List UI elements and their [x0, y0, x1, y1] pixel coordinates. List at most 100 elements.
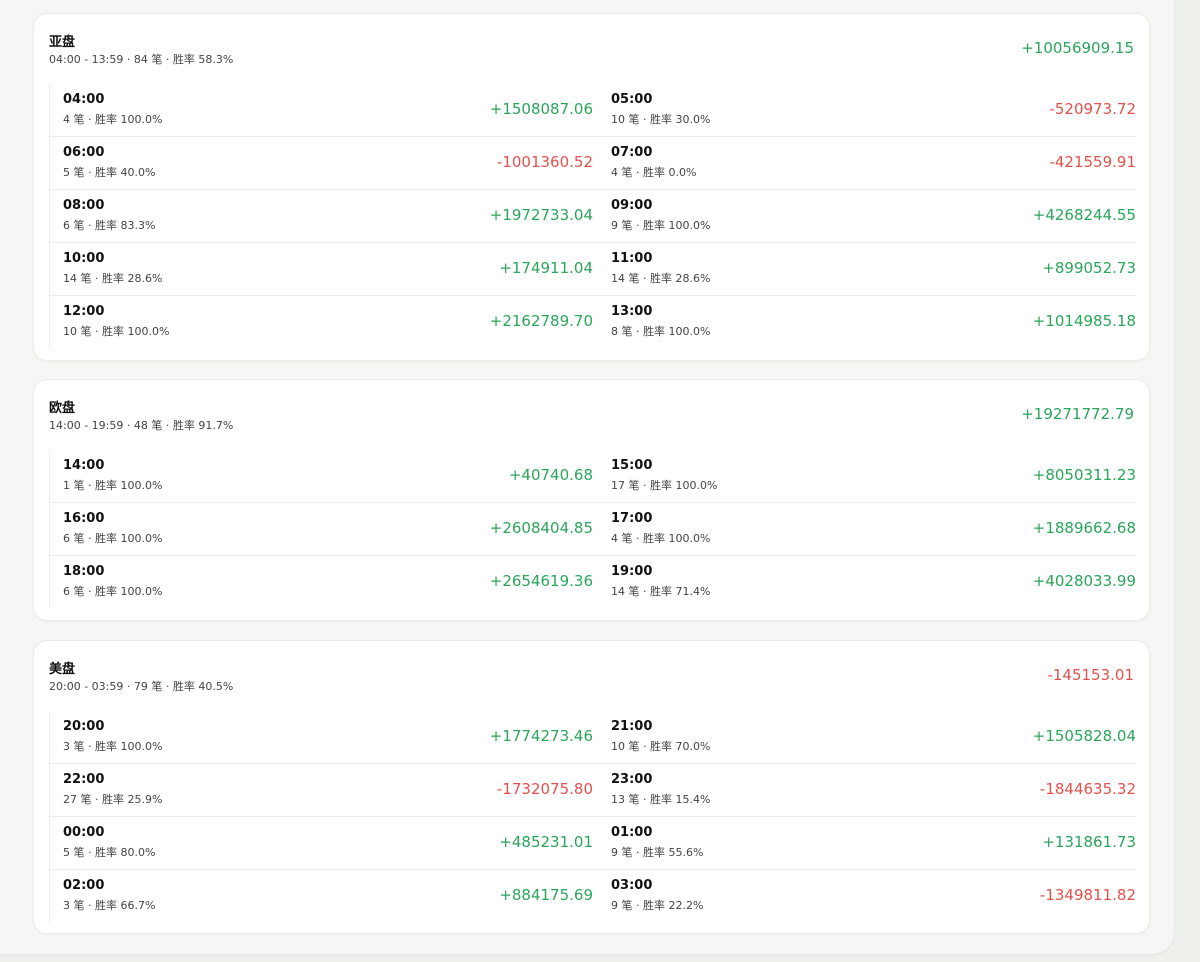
hour-label: 01:00 — [611, 825, 653, 840]
session-card-europe: 欧盘 14:00 - 19:59 · 48 笔 · 胜率 91.7% +1927… — [33, 379, 1150, 621]
hour-label: 03:00 — [611, 878, 653, 893]
hour-cell: 07:00 4 笔 · 胜率 0.0% -421559.91 — [593, 137, 1136, 190]
hour-label: 21:00 — [611, 719, 653, 734]
hour-label: 16:00 — [63, 511, 105, 526]
hour-pnl: +2654619.36 — [489, 572, 593, 590]
hour-pnl: +1972733.04 — [489, 206, 593, 224]
hour-label: 12:00 — [63, 304, 105, 319]
hour-cell: 18:00 6 笔 · 胜率 100.0% +2654619.36 — [50, 556, 593, 609]
hour-label: 09:00 — [611, 198, 653, 213]
hour-label: 20:00 — [63, 719, 105, 734]
session-card-us: 美盘 20:00 - 03:59 · 79 笔 · 胜率 40.5% -1451… — [33, 640, 1150, 934]
hour-stats: 14 笔 · 胜率 71.4% — [611, 585, 711, 598]
hour-cell: 14:00 1 笔 · 胜率 100.0% +40740.68 — [50, 450, 593, 503]
hour-cell: 09:00 9 笔 · 胜率 100.0% +4268244.55 — [593, 190, 1136, 243]
session-header: 美盘 20:00 - 03:59 · 79 笔 · 胜率 40.5% -1451… — [34, 641, 1149, 711]
hour-cell: 22:00 27 笔 · 胜率 25.9% -1732075.80 — [50, 764, 593, 817]
session-summary: 14:00 - 19:59 · 48 笔 · 胜率 91.7% — [49, 419, 234, 432]
hour-grid: 04:00 4 笔 · 胜率 100.0% +1508087.06 05:00 … — [49, 84, 1136, 349]
hour-pnl: +485231.01 — [499, 833, 593, 851]
hour-cell: 15:00 17 笔 · 胜率 100.0% +8050311.23 — [593, 450, 1136, 503]
hour-cell: 19:00 14 笔 · 胜率 71.4% +4028033.99 — [593, 556, 1136, 609]
hour-stats: 10 笔 · 胜率 70.0% — [611, 740, 711, 753]
hour-stats: 14 笔 · 胜率 28.6% — [63, 272, 163, 285]
hour-pnl: -421559.91 — [1049, 153, 1136, 171]
hour-stats: 9 笔 · 胜率 100.0% — [611, 219, 711, 232]
session-total-pnl: +19271772.79 — [1021, 405, 1134, 423]
session-summary: 04:00 - 13:59 · 84 笔 · 胜率 58.3% — [49, 53, 234, 66]
hour-pnl: +40740.68 — [508, 466, 593, 484]
hour-cell: 12:00 10 笔 · 胜率 100.0% +2162789.70 — [50, 296, 593, 349]
hour-cell: 00:00 5 笔 · 胜率 80.0% +485231.01 — [50, 817, 593, 870]
session-title: 欧盘 — [49, 401, 76, 416]
hour-stats: 14 笔 · 胜率 28.6% — [611, 272, 711, 285]
hour-cell: 02:00 3 笔 · 胜率 66.7% +884175.69 — [50, 870, 593, 923]
hour-cell: 06:00 5 笔 · 胜率 40.0% -1001360.52 — [50, 137, 593, 190]
hour-stats: 27 笔 · 胜率 25.9% — [63, 793, 163, 806]
hour-pnl: -520973.72 — [1049, 100, 1136, 118]
hour-pnl: +1505828.04 — [1032, 727, 1136, 745]
session-total-pnl: -145153.01 — [1047, 666, 1134, 684]
session-total-pnl: +10056909.15 — [1021, 39, 1134, 57]
hour-stats: 5 笔 · 胜率 80.0% — [63, 846, 156, 859]
hour-label: 15:00 — [611, 458, 653, 473]
hour-label: 19:00 — [611, 564, 653, 579]
hour-grid: 14:00 1 笔 · 胜率 100.0% +40740.68 15:00 17… — [49, 450, 1136, 609]
hour-cell: 17:00 4 笔 · 胜率 100.0% +1889662.68 — [593, 503, 1136, 556]
hour-label: 13:00 — [611, 304, 653, 319]
hour-label: 11:00 — [611, 251, 653, 266]
session-header: 亚盘 04:00 - 13:59 · 84 笔 · 胜率 58.3% +1005… — [34, 14, 1149, 84]
hour-label: 14:00 — [63, 458, 105, 473]
hour-cell: 01:00 9 笔 · 胜率 55.6% +131861.73 — [593, 817, 1136, 870]
hour-stats: 9 笔 · 胜率 55.6% — [611, 846, 704, 859]
hour-label: 00:00 — [63, 825, 105, 840]
hour-cell: 08:00 6 笔 · 胜率 83.3% +1972733.04 — [50, 190, 593, 243]
hour-cell: 03:00 9 笔 · 胜率 22.2% -1349811.82 — [593, 870, 1136, 923]
hour-pnl: +1889662.68 — [1032, 519, 1136, 537]
hour-cell: 04:00 4 笔 · 胜率 100.0% +1508087.06 — [50, 84, 593, 137]
hour-stats: 3 笔 · 胜率 100.0% — [63, 740, 163, 753]
hour-pnl: +4268244.55 — [1032, 206, 1136, 224]
hour-cell: 05:00 10 笔 · 胜率 30.0% -520973.72 — [593, 84, 1136, 137]
hour-stats: 6 笔 · 胜率 83.3% — [63, 219, 156, 232]
hour-cell: 23:00 13 笔 · 胜率 15.4% -1844635.32 — [593, 764, 1136, 817]
hour-pnl: +2608404.85 — [489, 519, 593, 537]
hour-cell: 20:00 3 笔 · 胜率 100.0% +1774273.46 — [50, 711, 593, 764]
hour-stats: 4 笔 · 胜率 100.0% — [63, 113, 163, 126]
hour-pnl: -1349811.82 — [1039, 886, 1136, 904]
hour-stats: 6 笔 · 胜率 100.0% — [63, 585, 163, 598]
session-breakdown-panel: 亚盘 04:00 - 13:59 · 84 笔 · 胜率 58.3% +1005… — [0, 0, 1174, 954]
hour-stats: 4 笔 · 胜率 100.0% — [611, 532, 711, 545]
hour-label: 04:00 — [63, 92, 105, 107]
hour-pnl: -1844635.32 — [1039, 780, 1136, 798]
hour-stats: 10 笔 · 胜率 30.0% — [611, 113, 711, 126]
hour-stats: 17 笔 · 胜率 100.0% — [611, 479, 718, 492]
session-card-asia: 亚盘 04:00 - 13:59 · 84 笔 · 胜率 58.3% +1005… — [33, 13, 1150, 361]
hour-label: 18:00 — [63, 564, 105, 579]
hour-stats: 6 笔 · 胜率 100.0% — [63, 532, 163, 545]
hour-stats: 9 笔 · 胜率 22.2% — [611, 899, 704, 912]
hour-pnl: +1774273.46 — [489, 727, 593, 745]
hour-stats: 10 笔 · 胜率 100.0% — [63, 325, 170, 338]
hour-stats: 3 笔 · 胜率 66.7% — [63, 899, 156, 912]
hour-label: 10:00 — [63, 251, 105, 266]
hour-cell: 21:00 10 笔 · 胜率 70.0% +1505828.04 — [593, 711, 1136, 764]
hour-stats: 5 笔 · 胜率 40.0% — [63, 166, 156, 179]
hour-pnl: +1014985.18 — [1032, 312, 1136, 330]
hour-label: 05:00 — [611, 92, 653, 107]
hour-grid: 20:00 3 笔 · 胜率 100.0% +1774273.46 21:00 … — [49, 711, 1136, 923]
hour-stats: 13 笔 · 胜率 15.4% — [611, 793, 711, 806]
hour-label: 17:00 — [611, 511, 653, 526]
hour-stats: 1 笔 · 胜率 100.0% — [63, 479, 163, 492]
hour-pnl: +8050311.23 — [1032, 466, 1136, 484]
hour-label: 22:00 — [63, 772, 105, 787]
hour-cell: 13:00 8 笔 · 胜率 100.0% +1014985.18 — [593, 296, 1136, 349]
hour-stats: 4 笔 · 胜率 0.0% — [611, 166, 697, 179]
hour-label: 07:00 — [611, 145, 653, 160]
hour-label: 06:00 — [63, 145, 105, 160]
hour-pnl: -1732075.80 — [496, 780, 593, 798]
hour-label: 08:00 — [63, 198, 105, 213]
session-title: 亚盘 — [49, 35, 76, 50]
hour-pnl: +4028033.99 — [1032, 572, 1136, 590]
hour-label: 23:00 — [611, 772, 653, 787]
